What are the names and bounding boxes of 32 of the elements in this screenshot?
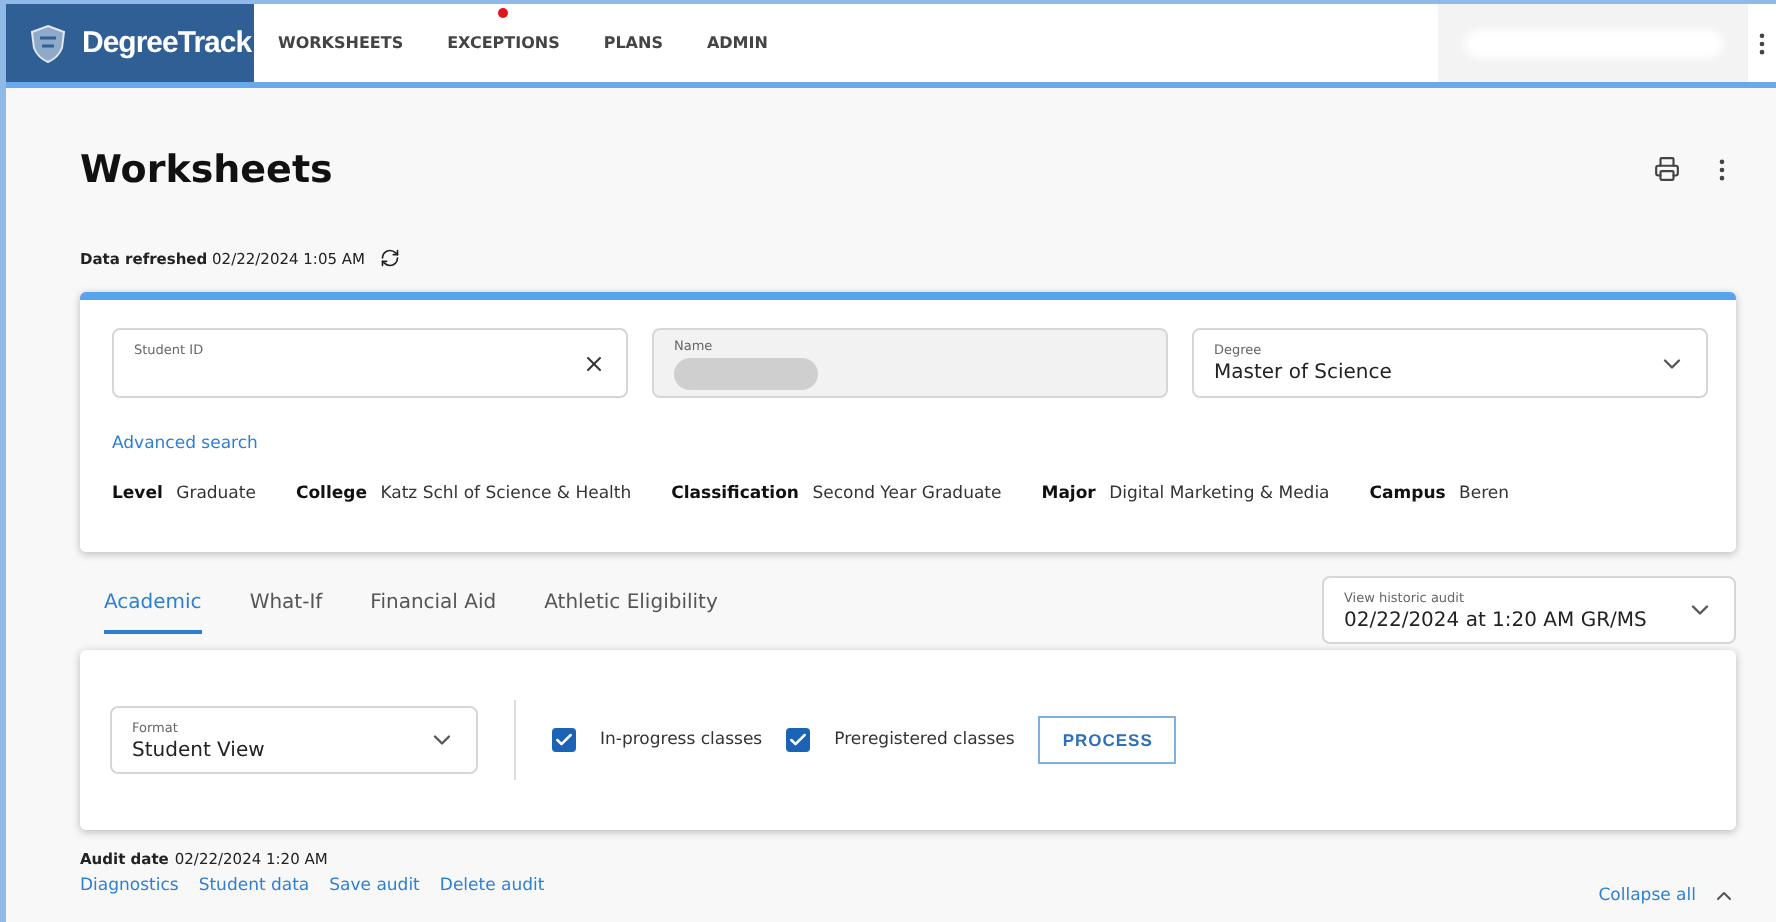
nav-link[interactable]: WORKSHEETS [278,34,404,52]
collapse-all-link[interactable]: Collapse all [1598,884,1736,908]
audit-link[interactable]: Save audit [329,876,420,908]
student-fact: Classification Second Year Graduate [671,484,1002,504]
checkbox-label: In-progress classes [600,730,763,750]
student-fact: College Katz Schl of Science & Health [295,484,632,504]
student-fact: Level Graduate [112,484,256,504]
clear-icon[interactable] [582,351,606,375]
student-fact: Campus Beren [1369,484,1510,504]
nav-link[interactable]: PLANS [603,34,663,52]
student-fact: Major Digital Marketing & Media [1041,484,1330,504]
refresh-icon[interactable] [380,248,401,268]
advanced-search-link[interactable]: Advanced search [112,434,258,454]
checkbox[interactable] [552,728,576,752]
print-icon[interactable] [1654,156,1680,182]
audit-link[interactable]: Student data [198,876,310,908]
tab[interactable]: Athletic Eligibility [544,592,718,634]
brand-logo[interactable]: DegreeTrack [6,4,254,82]
checkbox-label: Preregistered classes [834,730,1015,750]
audit-link[interactable]: Diagnostics [80,876,179,908]
redacted-name [674,357,818,389]
checkbox[interactable] [786,728,811,752]
tab[interactable]: What-If [249,592,323,634]
nav-link[interactable]: EXCEPTIONS [447,34,560,52]
tab[interactable]: Academic [104,592,202,634]
tab[interactable]: Financial Aid [370,592,497,634]
shield-icon [26,21,70,65]
audit-link[interactable]: Delete audit [439,876,545,908]
page-title: Worksheets [80,148,333,192]
nav-link[interactable]: ADMIN [706,34,768,52]
process-button[interactable]: PROCESS [1038,716,1177,764]
brand-name: DegreeTrack [82,26,252,60]
